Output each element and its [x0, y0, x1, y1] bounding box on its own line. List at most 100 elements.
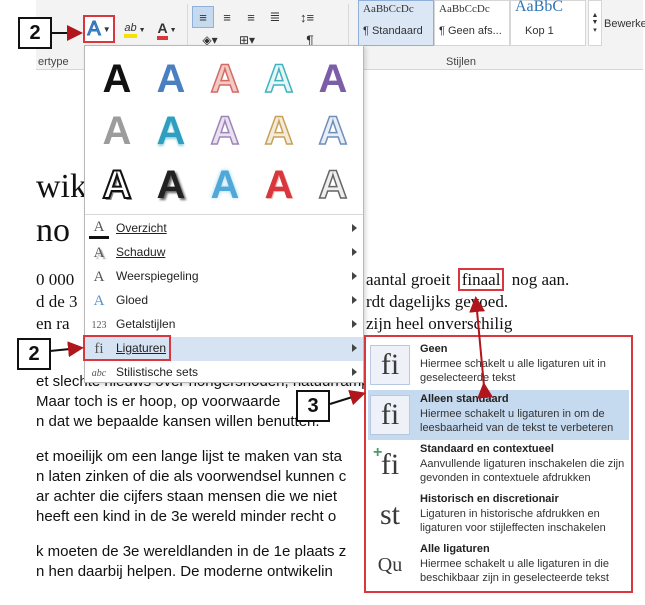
chevron-right-icon [352, 344, 357, 352]
chevron-right-icon [352, 296, 357, 304]
menu-item-label: Gloed [116, 293, 149, 307]
style-preview: AaBbC [515, 0, 563, 15]
callout-step-2-menu: 2 [17, 338, 51, 370]
justify-button[interactable]: ≣ [264, 6, 286, 28]
text-effects-icon: A [87, 17, 101, 40]
number-styles-icon: 123 [91, 319, 107, 331]
doc-line: 0 000 [36, 270, 75, 289]
doc-line-right: zijn heel onverschilig [366, 314, 513, 333]
option-title: Alle ligaturen [420, 543, 490, 555]
menu-item-label: Stilistische sets [116, 365, 199, 379]
edit-group[interactable]: Bewerke [604, 14, 645, 34]
effect-style-5[interactable]: A [307, 54, 359, 104]
styles-group-label: Stijlen [446, 56, 476, 68]
doc-line: n dat we bepaalde kansen willen benutten… [36, 413, 320, 430]
callout-step-3: 3 [296, 390, 330, 422]
ligaturen-highlight-box [83, 335, 171, 361]
ligature-option-alle[interactable]: Qu Alle ligaturen Hiermee schakelt u all… [368, 540, 629, 590]
option-description: Hiermee schakelt u alle ligaturen uit in… [420, 358, 606, 384]
edit-label: Bewerke [604, 18, 645, 30]
ligature-option-historisch[interactable]: st Historisch en discretionair Ligaturen… [368, 490, 629, 540]
effect-style-11[interactable]: A [91, 160, 143, 210]
doc-line: heeft een kind in de 3e wereld minder re… [36, 508, 337, 525]
style-preview: AaBbCcDc [439, 3, 490, 15]
doc-line: d de 3 [36, 292, 78, 311]
doc-text: nog aan. [511, 270, 570, 289]
ligature-fi-icon: fi [370, 395, 410, 435]
doc-text: aantal groeit [366, 270, 451, 289]
effect-style-10[interactable]: A [307, 106, 359, 156]
more-icon: ▾ [593, 27, 597, 34]
outline-icon: A [89, 219, 109, 239]
justify-icon: ≣ [269, 9, 281, 24]
effect-style-2[interactable]: A [145, 54, 197, 104]
text-effects-button[interactable]: A ▼ [83, 15, 115, 43]
menu-item-weerspiegeling[interactable]: A Weerspiegeling [85, 265, 363, 289]
ligature-st-icon: st [370, 495, 410, 535]
menu-item-gloed[interactable]: A Gloed [85, 289, 363, 313]
option-description: Hiermee schakelt u ligaturen in om de le… [420, 408, 614, 434]
font-color-button[interactable]: A ▼ [152, 18, 182, 42]
align-right-button[interactable]: ≡ [240, 6, 262, 28]
chevron-right-icon [352, 248, 357, 256]
align-center-button[interactable]: ≡ [216, 6, 238, 28]
menu-item-label: Overzicht [116, 221, 167, 235]
option-title: Historisch en discretionair [420, 493, 559, 505]
menu-item-overzicht[interactable]: A Overzicht [85, 217, 363, 241]
effect-style-7[interactable]: A [145, 106, 197, 156]
styles-scroll[interactable]: ▲ ▼ ▾ [588, 0, 602, 46]
align-left-button[interactable]: ≡ [192, 6, 214, 28]
style-name: Kop 1 [525, 25, 554, 37]
menu-item-label: Getalstijlen [116, 317, 176, 331]
option-title: Alleen standaard [420, 393, 509, 405]
chevron-right-icon [352, 320, 357, 328]
reflection-icon: A [93, 268, 105, 285]
option-description: Ligaturen in historische afdrukken en li… [420, 508, 606, 534]
style-standaard[interactable]: AaBbCcDc ¶ Standaard [358, 0, 434, 46]
style-geen-afstand[interactable]: AaBbCcDc ¶ Geen afs... [434, 0, 510, 46]
menu-item-stilistische-sets[interactable]: abc Stilistische sets [85, 361, 363, 385]
ligature-option-standaard-contextueel[interactable]: + fi Standaard en contextueel Aanvullend… [368, 440, 629, 490]
option-description: Aanvullende ligaturen inschakelen die zi… [420, 458, 625, 484]
option-title: Geen [420, 343, 448, 355]
option-description: Hiermee schakelt u alle ligaturen in die… [420, 558, 609, 584]
effect-style-15[interactable]: A [307, 160, 359, 210]
doc-line: Maar toch is er hoop, op voorwaarde [36, 393, 281, 410]
menu-item-getalstijlen[interactable]: 123 Getalstijlen [85, 313, 363, 337]
ligature-option-geen[interactable]: fi Geen Hiermee schakelt u alle ligature… [368, 340, 629, 390]
doc-line: n laten zinken of die als voorwendsel ku… [36, 468, 347, 485]
align-left-icon: ≡ [199, 9, 207, 25]
effect-style-13[interactable]: A [199, 160, 251, 210]
highlight-color-button[interactable]: ab ▼ [120, 18, 150, 42]
line-spacing-button[interactable]: ↕≡ [292, 6, 322, 28]
ligature-fi-icon: fi [370, 345, 410, 385]
ligature-fi-plus-icon: + fi [370, 444, 410, 485]
menu-divider [85, 214, 363, 215]
effect-style-1[interactable]: A [91, 54, 143, 104]
menu-item-schaduw[interactable]: A Schaduw [85, 241, 363, 265]
doc-line: ar achter die cijfers staan mensen die w… [36, 488, 337, 505]
chevron-right-icon [352, 224, 357, 232]
effect-style-12[interactable]: A [145, 160, 197, 210]
font-color-icon: A [157, 20, 168, 40]
doc-heading-2: no [36, 212, 70, 249]
doc-line: et moeilijk om een lange lijst te maken … [36, 448, 342, 465]
doc-line-right: rdt dagelijks gevoed. [366, 292, 509, 311]
effect-style-14[interactable]: A [253, 160, 305, 210]
effect-style-6[interactable]: A [91, 106, 143, 156]
style-name: ¶ Geen afs... [439, 25, 502, 37]
effect-style-3[interactable]: A [199, 54, 251, 104]
effect-style-4[interactable]: A [253, 54, 305, 104]
font-group-label: ertype [38, 56, 69, 68]
ligature-qu-icon: Qu [370, 545, 410, 585]
ligature-option-alleen-standaard[interactable]: fi Alleen standaard Hiermee schakelt u l… [368, 390, 629, 440]
menu-item-label: Weerspiegeling [116, 269, 199, 283]
highlighter-icon: ab [124, 22, 137, 38]
effect-style-8[interactable]: A [199, 106, 251, 156]
style-preview: AaBbCcDc [363, 3, 414, 15]
effect-style-9[interactable]: A [253, 106, 305, 156]
fi-glyph: fi [380, 448, 400, 481]
style-kop1[interactable]: AaBbC Kop 1 [510, 0, 586, 46]
chevron-right-icon [352, 368, 357, 376]
doc-line: k moeten de 3e wereldlanden in de 1e pla… [36, 543, 347, 560]
